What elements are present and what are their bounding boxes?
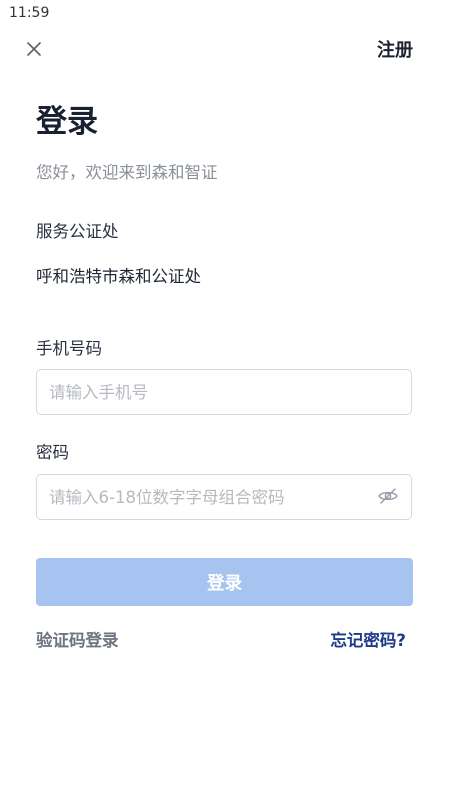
password-visibility-toggle[interactable] — [377, 487, 399, 509]
eye-off-icon — [377, 485, 399, 511]
status-bar: 11:59 — [0, 0, 450, 26]
page-title: 登录 — [36, 104, 98, 140]
password-input[interactable] — [49, 475, 369, 519]
login-button[interactable]: 登录 — [36, 558, 413, 606]
phone-input[interactable] — [49, 370, 369, 414]
service-value: 呼和浩特市森和公证处 — [36, 267, 201, 286]
sms-login-link[interactable]: 验证码登录 — [36, 631, 119, 651]
password-label: 密码 — [36, 443, 69, 462]
forgot-password-link[interactable]: 忘记密码? — [330, 631, 406, 651]
service-label: 服务公证处 — [36, 222, 119, 241]
status-time: 11:59 — [9, 5, 50, 21]
close-icon — [26, 41, 42, 61]
register-link[interactable]: 注册 — [377, 40, 413, 62]
phone-field — [36, 369, 412, 415]
welcome-text: 您好，欢迎来到森和智证 — [36, 163, 218, 182]
password-field — [36, 474, 412, 520]
close-button[interactable] — [22, 39, 46, 63]
phone-label: 手机号码 — [36, 339, 102, 358]
